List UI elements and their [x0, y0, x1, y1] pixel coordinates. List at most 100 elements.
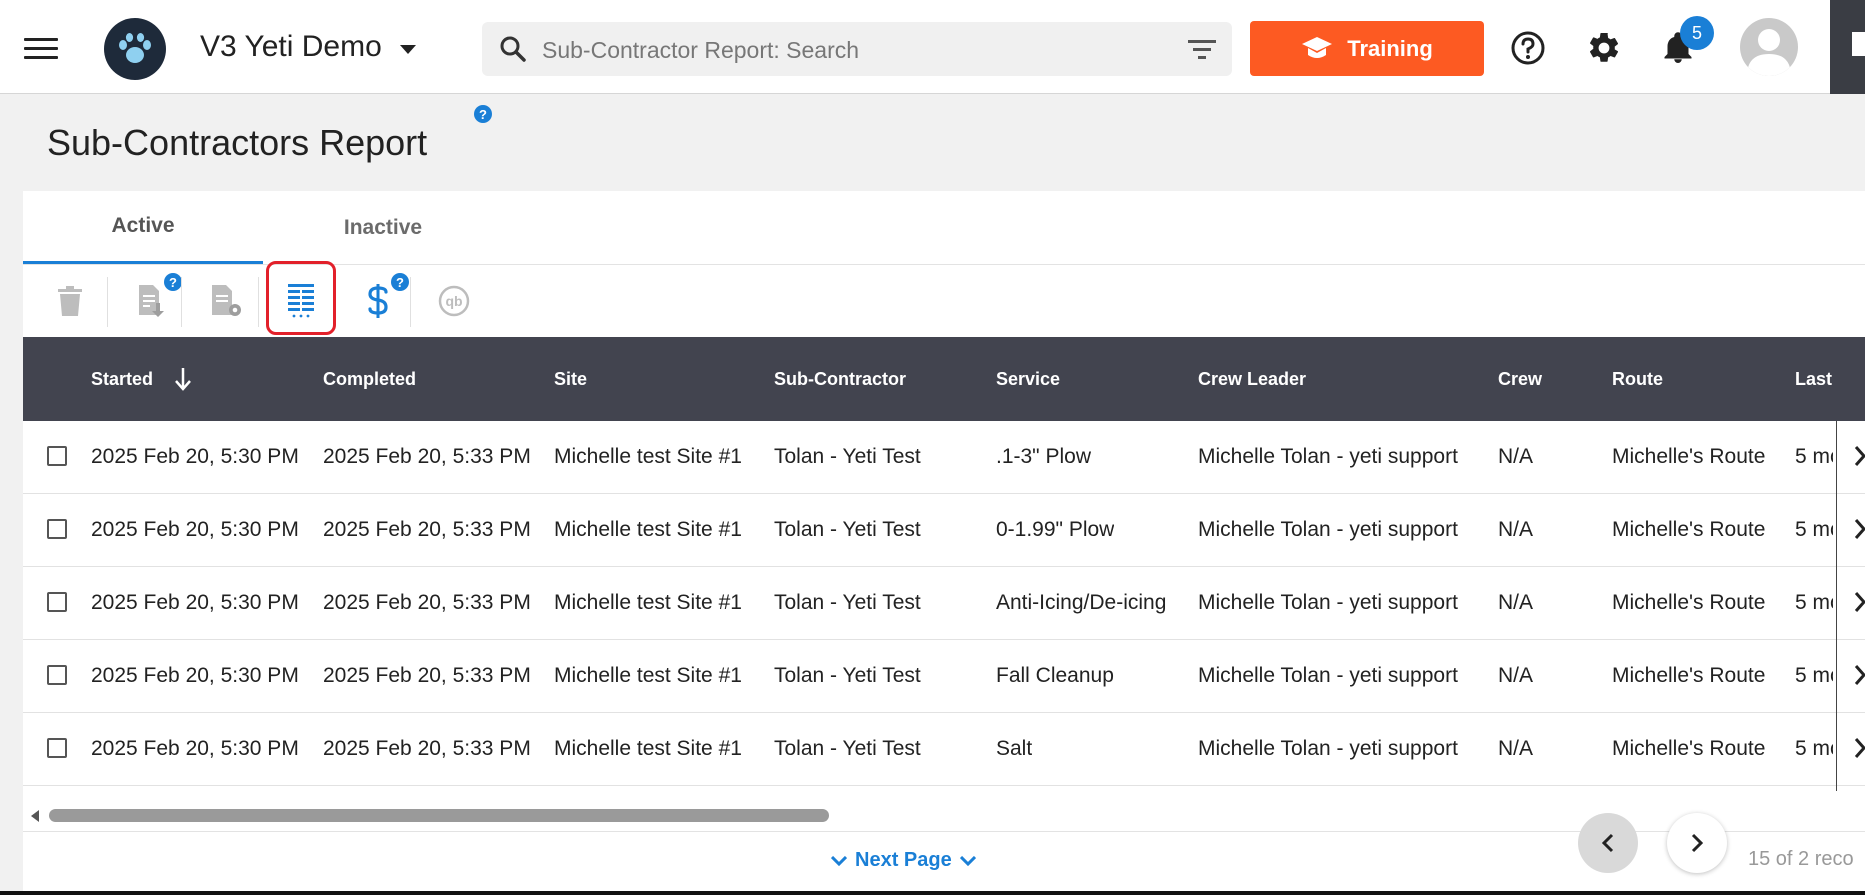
scroll-left-icon[interactable]	[31, 810, 39, 822]
column-service[interactable]: Service	[996, 337, 1060, 421]
window-bottom-edge	[0, 891, 1865, 895]
export-report-icon	[139, 285, 164, 317]
top-bar: V3 Yeti Demo Training 5	[0, 0, 1865, 94]
quickbooks-button[interactable]: qb	[419, 265, 489, 337]
gear-icon[interactable]	[1586, 30, 1622, 66]
table-header: Started Completed Site Sub-Contractor Se…	[23, 337, 1865, 421]
tab-active[interactable]: Active	[23, 191, 263, 264]
column-sub-contractor[interactable]: Sub-Contractor	[774, 337, 906, 421]
toolbar-separator	[107, 277, 108, 327]
next-page-button[interactable]	[1667, 813, 1727, 873]
paw-icon	[119, 33, 151, 63]
cell-service: Fall Cleanup	[996, 664, 1114, 687]
pricing-button[interactable]: ?	[343, 265, 413, 337]
page-help-icon[interactable]: ?	[474, 105, 492, 123]
column-route[interactable]: Route	[1612, 337, 1663, 421]
delete-button[interactable]	[35, 265, 105, 337]
row-checkbox[interactable]	[47, 446, 67, 466]
column-site[interactable]: Site	[554, 337, 587, 421]
cell-completed: 2025 Feb 20, 5:33 PM	[323, 445, 531, 468]
column-last[interactable]: Last	[1795, 337, 1832, 421]
cell-service: 0-1.99" Plow	[996, 518, 1115, 541]
previous-page-button[interactable]	[1578, 813, 1638, 873]
chevron-right-icon[interactable]	[1855, 445, 1865, 467]
toolbar-separator	[410, 277, 411, 327]
cell-site: Michelle test Site #1	[554, 664, 742, 687]
search-icon[interactable]	[498, 34, 528, 64]
notification-badge[interactable]: 5	[1680, 16, 1714, 50]
cell-service: Anti-Icing/De-icing	[996, 591, 1167, 614]
chevron-right-icon[interactable]	[1855, 518, 1865, 540]
chevron-down-icon	[831, 855, 847, 866]
training-label: Training	[1347, 35, 1433, 61]
cell-sub-contractor: Tolan - Yeti Test	[774, 445, 921, 468]
flag-icon	[1852, 32, 1865, 56]
search-bar	[482, 22, 1232, 76]
row-checkbox[interactable]	[47, 738, 67, 758]
cell-last: 5 mo	[1795, 445, 1833, 468]
search-input[interactable]	[540, 32, 1144, 68]
table-row[interactable]: 2025 Feb 20, 5:30 PM 2025 Feb 20, 5:33 P…	[23, 421, 1865, 494]
table-row[interactable]: 2025 Feb 20, 5:30 PM 2025 Feb 20, 5:33 P…	[23, 713, 1865, 786]
chevron-right-icon[interactable]	[1855, 737, 1865, 759]
column-crew[interactable]: Crew	[1498, 337, 1542, 421]
filter-icon[interactable]	[1188, 38, 1216, 60]
table-row[interactable]: 2025 Feb 20, 5:30 PM 2025 Feb 20, 5:33 P…	[23, 494, 1865, 567]
cell-started: 2025 Feb 20, 5:30 PM	[91, 591, 299, 614]
cell-started: 2025 Feb 20, 5:30 PM	[91, 518, 299, 541]
column-crew-leader[interactable]: Crew Leader	[1198, 337, 1306, 421]
cell-last: 5 mo	[1795, 664, 1833, 687]
caret-down-icon	[399, 44, 416, 54]
cell-crew: N/A	[1498, 664, 1534, 687]
row-checkbox[interactable]	[47, 592, 67, 612]
dollar-icon	[368, 284, 388, 318]
toolbar-separator	[258, 277, 259, 327]
cell-crew-leader: Michelle Tolan - yeti support	[1198, 664, 1458, 687]
row-checkbox[interactable]	[47, 665, 67, 685]
table-row[interactable]: 2025 Feb 20, 5:30 PM 2025 Feb 20, 5:33 P…	[23, 567, 1865, 640]
cell-crew: N/A	[1498, 737, 1534, 760]
report-settings-icon	[212, 285, 241, 316]
report-settings-button[interactable]	[191, 265, 261, 337]
column-completed[interactable]: Completed	[323, 337, 416, 421]
pricing-help-icon[interactable]: ?	[391, 273, 409, 291]
chevron-right-icon[interactable]	[1855, 591, 1865, 613]
cell-crew: N/A	[1498, 445, 1534, 468]
cell-completed: 2025 Feb 20, 5:33 PM	[323, 591, 531, 614]
cell-sub-contractor: Tolan - Yeti Test	[774, 664, 921, 687]
cell-site: Michelle test Site #1	[554, 518, 742, 541]
cell-service: .1-3" Plow	[996, 445, 1091, 468]
sort-down-icon[interactable]	[175, 367, 191, 391]
export-help-icon[interactable]: ?	[164, 273, 182, 291]
export-report-button[interactable]: ?	[116, 265, 186, 337]
user-avatar[interactable]	[1740, 18, 1798, 76]
cell-route: Michelle's Route	[1612, 664, 1766, 687]
cell-route: Michelle's Route	[1612, 518, 1766, 541]
page-title: Sub-Contractors Report	[47, 122, 428, 163]
help-circle-icon[interactable]	[1510, 30, 1546, 66]
side-panel-toggle[interactable]	[1830, 0, 1865, 94]
tab-inactive[interactable]: Inactive	[263, 191, 503, 264]
cell-crew-leader: Michelle Tolan - yeti support	[1198, 445, 1458, 468]
table-row[interactable]: 2025 Feb 20, 5:30 PM 2025 Feb 20, 5:33 P…	[23, 640, 1865, 713]
next-page-label: Next Page	[855, 849, 952, 871]
columns-icon	[288, 284, 314, 318]
company-name: V3 Yeti Demo	[200, 30, 382, 63]
scrollbar-thumb[interactable]	[49, 809, 829, 822]
row-checkbox[interactable]	[47, 519, 67, 539]
column-started[interactable]: Started	[91, 337, 191, 421]
chevron-left-icon	[1602, 833, 1614, 853]
company-selector[interactable]: V3 Yeti Demo	[200, 30, 416, 64]
table-body: 2025 Feb 20, 5:30 PM 2025 Feb 20, 5:33 P…	[23, 421, 1865, 786]
yeti-logo[interactable]	[104, 18, 166, 80]
next-page-link[interactable]: Next Page	[823, 849, 984, 872]
hamburger-menu-icon[interactable]	[24, 38, 58, 60]
columns-button[interactable]	[266, 265, 336, 337]
training-button[interactable]: Training	[1250, 21, 1484, 76]
chevron-right-icon	[1691, 833, 1703, 853]
user-icon	[1747, 29, 1791, 76]
cell-started: 2025 Feb 20, 5:30 PM	[91, 664, 299, 687]
chevron-right-icon[interactable]	[1855, 664, 1865, 686]
cell-sub-contractor: Tolan - Yeti Test	[774, 591, 921, 614]
report-card: Active Inactive ? ? qb Started Completed…	[23, 191, 1865, 895]
